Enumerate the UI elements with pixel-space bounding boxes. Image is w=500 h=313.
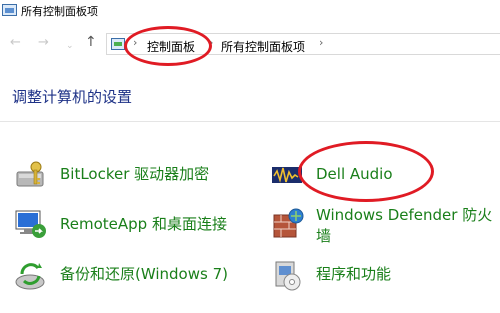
remoteapp-icon xyxy=(15,210,46,238)
annotation-circle-breadcrumb xyxy=(124,26,212,66)
divider xyxy=(0,121,500,122)
control-panel-icon xyxy=(2,4,17,16)
item-label: RemoteApp 和桌面连接 xyxy=(60,215,227,233)
window-title: 所有控制面板项 xyxy=(21,5,98,18)
item-programs-features[interactable]: 程序和功能 xyxy=(270,258,470,298)
control-panel-icon xyxy=(111,38,125,50)
next-item-partial xyxy=(14,305,44,313)
back-button[interactable]: ← xyxy=(10,36,21,50)
navigation-bar: ← → ⌄ ↑ › 控制面板 › 所有控制面板项 › xyxy=(0,30,500,58)
item-remoteapp[interactable]: RemoteApp 和桌面连接 xyxy=(14,207,254,247)
up-button[interactable]: ↑ xyxy=(85,35,97,49)
recent-locations-button[interactable]: ⌄ xyxy=(66,39,74,53)
forward-button[interactable]: → xyxy=(38,36,49,50)
item-bitlocker[interactable]: BitLocker 驱动器加密 xyxy=(14,158,254,198)
backup-restore-icon xyxy=(15,263,45,290)
bitlocker-key-icon xyxy=(16,161,44,187)
item-label: Windows Defender 防火墙 xyxy=(316,206,493,245)
breadcrumb-all-items[interactable]: 所有控制面板项 xyxy=(221,38,305,55)
annotation-circle-dell-audio xyxy=(298,141,434,202)
item-windows-defender-firewall[interactable]: Windows Defender 防火墙 xyxy=(270,203,500,247)
title-bar: 所有控制面板项 xyxy=(0,0,500,22)
item-label: 程序和功能 xyxy=(316,265,392,283)
page-heading: 调整计算机的设置 xyxy=(12,88,133,106)
programs-features-icon xyxy=(275,261,301,291)
breadcrumb-separator[interactable]: › xyxy=(319,36,323,49)
item-label: BitLocker 驱动器加密 xyxy=(60,165,210,183)
item-backup-restore[interactable]: 备份和还原(Windows 7) xyxy=(14,258,254,298)
firewall-icon xyxy=(273,208,304,238)
item-label: 备份和还原(Windows 7) xyxy=(60,265,228,283)
